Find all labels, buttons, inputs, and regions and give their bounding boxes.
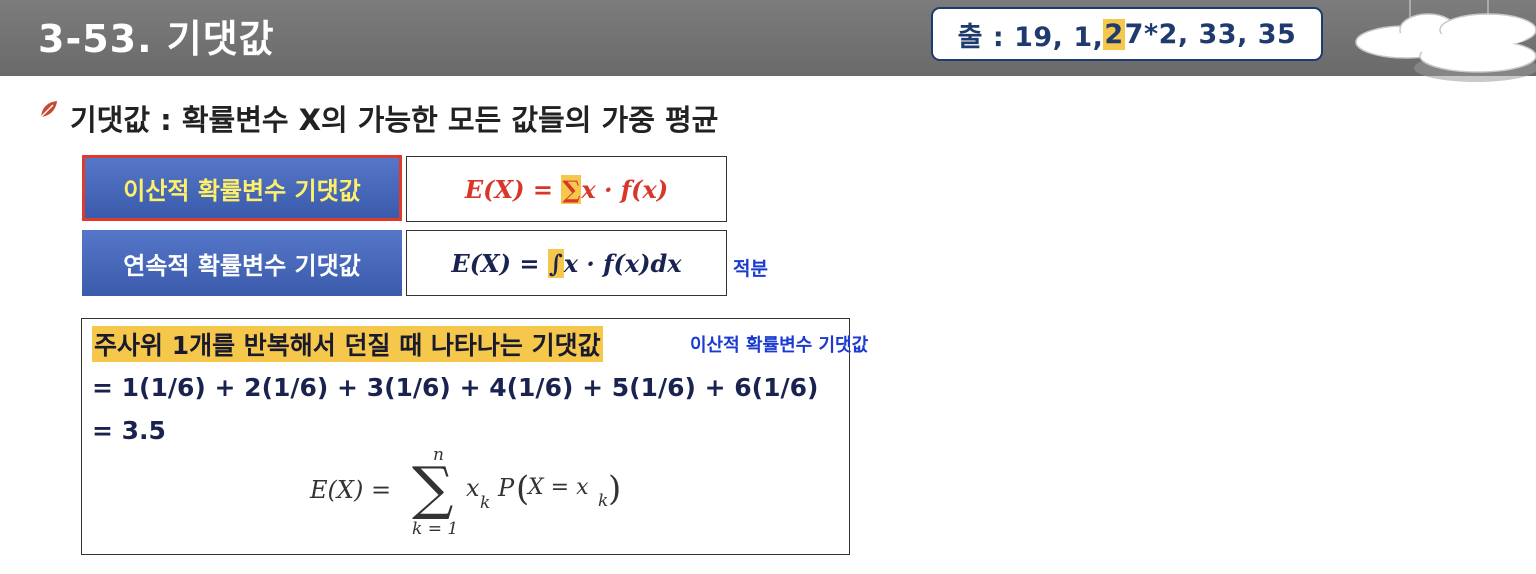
continuous-formula-box: E(X) = ∫ x · f(x)dx: [406, 230, 727, 296]
continuous-label: 연속적 확률변수 기댓값: [123, 251, 361, 280]
source-badge: 출 : 19, 1, 2 7*2, 33, 35: [931, 7, 1323, 61]
formula-sub-k: k: [480, 493, 490, 513]
source-suffix: 7*2, 33, 35: [1124, 18, 1297, 50]
example-title: 주사위 1개를 반복해서 던질 때 나타나는 기댓값: [92, 326, 603, 362]
example-result: = 3.5: [92, 416, 166, 445]
formula-inner-sub: k: [598, 491, 608, 511]
continuous-formula-rhs: x · f(x)dx: [563, 248, 682, 278]
formula-close-paren: ): [608, 469, 621, 509]
cloud-decoration-icon: [1355, 0, 1536, 82]
formula-inner: X = x: [526, 475, 589, 500]
integral-symbol: ∫: [547, 248, 564, 278]
example-tag: 이산적 확률변수 기댓값: [690, 335, 869, 356]
page-title: 3-53. 기댓값: [38, 17, 275, 61]
formula-term-x: x: [466, 474, 480, 502]
integral-note: 적분: [733, 258, 768, 280]
continuous-label-box: 연속적 확률변수 기댓값: [82, 230, 402, 296]
discrete-formula-lhs: E(X) =: [464, 174, 553, 204]
discrete-formula-box: E(X) = ∑ x · f(x): [406, 156, 727, 222]
leaf-bullet-icon: [40, 101, 57, 118]
sigma-symbol: ∑: [561, 174, 582, 204]
summation-formula: E(X) = ∑ n k = 1 x k P ( X = x k ): [309, 445, 621, 538]
source-highlight: 2: [1103, 18, 1125, 50]
formula-lhs: E(X) =: [309, 476, 391, 504]
header-bar: 3-53. 기댓값 출 : 19, 1, 2 7*2, 33, 35: [0, 0, 1536, 76]
discrete-label: 이산적 확률변수 기댓값: [123, 176, 361, 205]
formula-upper: n: [433, 445, 444, 465]
formula-p: P: [497, 474, 515, 502]
example-calculation: = 1(1/6) + 2(1/6) + 3(1/6) + 4(1/6) + 5(…: [92, 373, 819, 402]
continuous-formula-lhs: E(X) =: [451, 248, 540, 278]
discrete-label-box: 이산적 확률변수 기댓값: [82, 155, 402, 221]
formula-lower: k = 1: [412, 519, 458, 538]
discrete-formula-rhs: x · f(x): [581, 174, 669, 204]
headline-definition: 기댓값 : 확률변수 X의 가능한 모든 값들의 가중 평균: [70, 103, 719, 137]
source-prefix: 출 : 19, 1,: [957, 21, 1104, 53]
